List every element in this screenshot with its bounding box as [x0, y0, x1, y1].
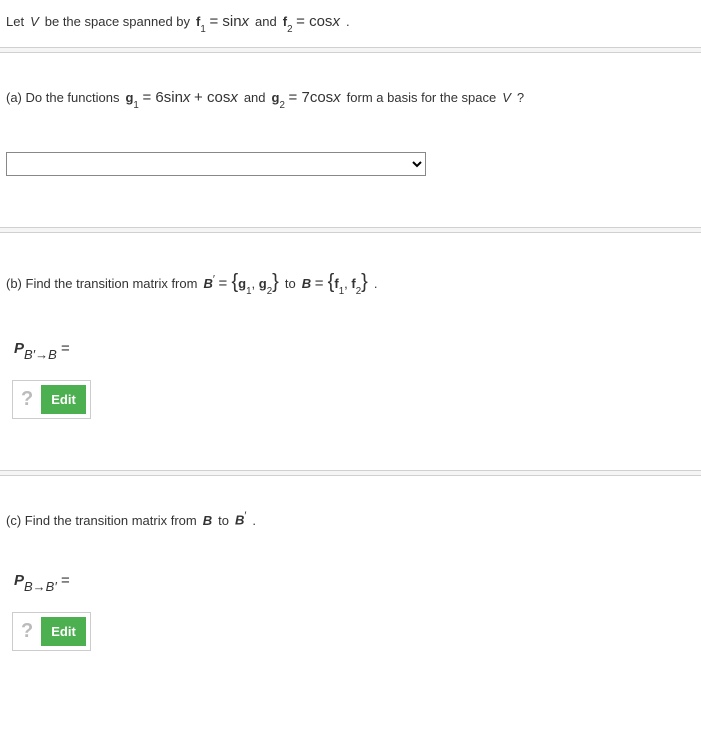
divider [0, 227, 701, 233]
g1-sub: 1 [133, 100, 138, 111]
g1-var: x [183, 89, 191, 106]
f2bs: 2 [356, 286, 361, 297]
edit-group-b: ? Edit [12, 380, 91, 419]
intro-period: . [346, 10, 350, 33]
matrix-eq-c: = [61, 572, 70, 589]
g1b: g [238, 276, 246, 291]
part-c-to: to [218, 509, 229, 532]
part-a-text: (a) Do the functions g1 = 6sinx + cosx a… [6, 84, 695, 112]
part-c-text: (c) Find the transition matrix from B to… [6, 507, 695, 532]
edit-button[interactable]: Edit [41, 617, 86, 646]
g2bs: 2 [267, 286, 272, 297]
b-eq2: = [315, 275, 328, 292]
part-c-section: (c) Find the transition matrix from B to… [0, 479, 701, 659]
part-b-section: (b) Find the transition matrix from B′ =… [0, 236, 701, 467]
c-bprime-sup: ′ [244, 510, 246, 522]
rbrace2: } [361, 271, 368, 293]
matrix-sub: B′→B [24, 347, 57, 362]
help-icon[interactable]: ? [17, 620, 41, 643]
divider [0, 470, 701, 476]
c-b: B [203, 509, 212, 532]
part-a-tail: form a basis for the space [347, 86, 497, 109]
intro-spanned: be the space spanned by [45, 10, 190, 33]
f1-var: x [242, 13, 250, 30]
f1-sub: 1 [200, 24, 205, 35]
edit-button[interactable]: Edit [41, 385, 86, 414]
g2-sub: 2 [279, 100, 284, 111]
part-b-to: to [285, 272, 296, 295]
g1-var2: x [230, 89, 238, 106]
part-c-label: (c) Find the transition matrix from [6, 509, 197, 532]
g1-plus: + cos [194, 89, 230, 106]
intro-text: Let V be the space spanned by f1 = sinx … [6, 8, 695, 36]
b-prime: B [203, 276, 212, 291]
comma: , [252, 276, 259, 291]
b-eq: = [219, 275, 232, 292]
f2-sub: 2 [287, 24, 292, 35]
f2-var: x [332, 13, 340, 30]
c-bprime: B [235, 513, 244, 528]
f1bs: 1 [339, 286, 344, 297]
matrix-sub-c: B→B′ [24, 579, 57, 594]
matrix-p-c: P [14, 572, 24, 589]
part-a-and: and [244, 86, 266, 109]
part-b-label: (b) Find the transition matrix from [6, 272, 197, 295]
g2-eq: = 7cos [289, 89, 334, 106]
g2-var: x [333, 89, 341, 106]
matrix-b-label: PB′→B = [14, 340, 695, 360]
part-c-period: . [252, 509, 256, 532]
b-basis: B [302, 276, 311, 291]
f1-eq: = sin [209, 13, 241, 30]
rbrace: } [272, 271, 279, 293]
help-icon[interactable]: ? [17, 388, 41, 411]
b-prime-sup: ′ [213, 274, 215, 286]
part-b-text: (b) Find the transition matrix from B′ =… [6, 264, 695, 300]
matrix-eq: = [61, 340, 70, 357]
part-b-period: . [374, 272, 378, 295]
matrix-p: P [14, 340, 24, 357]
g1bs: 1 [246, 286, 251, 297]
part-a-dropdown[interactable] [6, 152, 426, 176]
g1-eq: = 6sin [142, 89, 182, 106]
intro-v: V [30, 10, 39, 33]
intro-and1: and [255, 10, 277, 33]
divider [0, 47, 701, 53]
matrix-c-label: PB→B′ = [14, 572, 695, 592]
intro-section: Let V be the space spanned by f1 = sinx … [0, 0, 701, 44]
f2-eq: = cos [296, 13, 332, 30]
part-a-section: (a) Do the functions g1 = 6sinx + cosx a… [0, 56, 701, 224]
edit-group-c: ? Edit [12, 612, 91, 651]
part-a-v: V [502, 86, 511, 109]
part-a-q: ? [517, 86, 524, 109]
part-a-label: (a) Do the functions [6, 86, 119, 109]
g2b: g [259, 276, 267, 291]
intro-prefix: Let [6, 10, 24, 33]
